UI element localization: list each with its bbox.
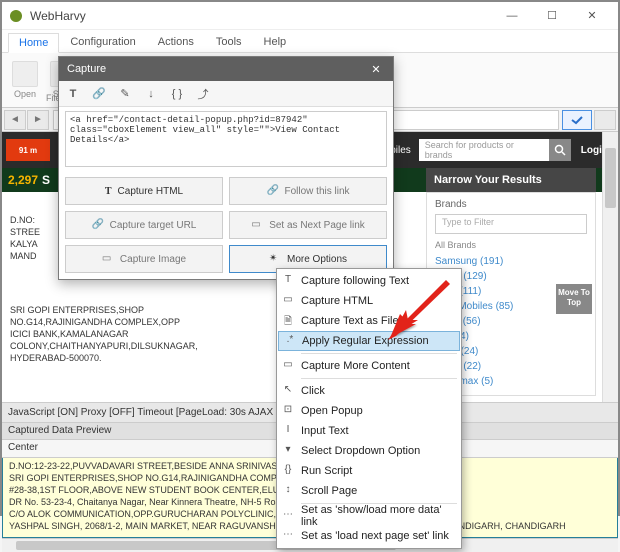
capture-dialog-titlebar[interactable]: Capture ✕: [59, 57, 393, 81]
menu-capture-text-file[interactable]: 🗎Capture Text as File: [277, 311, 461, 331]
site-search-input[interactable]: Search for products or brands: [419, 139, 549, 161]
menu-separator: [301, 378, 457, 379]
capture-url-button: 🔗Capture target URL: [65, 211, 223, 239]
click-icon: ↖: [281, 384, 295, 398]
move-to-top-button[interactable]: Move To Top: [556, 284, 592, 314]
edit-tool-icon[interactable]: ✎: [117, 86, 133, 102]
input-icon: I: [281, 424, 295, 438]
brand-link[interactable]: Samsung (191): [435, 254, 587, 269]
promote-icon[interactable]: ⤴: [195, 86, 211, 102]
next-set-icon: ⋯: [281, 529, 295, 543]
load-more-icon: ⋯: [281, 509, 295, 523]
tab-tools[interactable]: Tools: [205, 32, 253, 52]
menu-set-next-page-set[interactable]: ⋯Set as 'load next page set' link: [277, 526, 461, 546]
popup-icon: ⊡: [281, 404, 295, 418]
capture-toolbar: T 🔗 ✎ ↓ { } ⤴: [59, 81, 393, 107]
menu-set-load-more[interactable]: ⋯Set as 'show/load more data' link: [277, 506, 461, 526]
go-button[interactable]: [562, 110, 592, 130]
menu-apply-regex[interactable]: .*Apply Regular Expression: [278, 331, 460, 351]
capture-image-button: ▭Capture Image: [65, 245, 223, 273]
menu-run-script[interactable]: {}Run Script: [277, 461, 461, 481]
menu-scroll-page[interactable]: ↕Scroll Page: [277, 481, 461, 501]
text-tool-icon[interactable]: T: [65, 86, 81, 102]
text-icon: T: [281, 274, 295, 288]
menu-capture-more-content[interactable]: ▭Capture More Content: [277, 356, 461, 376]
tab-actions[interactable]: Actions: [147, 32, 205, 52]
capture-html-button[interactable]: TCapture HTML: [65, 177, 223, 205]
braces-icon[interactable]: { }: [169, 86, 185, 102]
tab-help[interactable]: Help: [253, 32, 298, 52]
capture-close-icon[interactable]: ✕: [367, 63, 385, 76]
address-snippet: D.NO: STREE KALYA MAND: [10, 214, 40, 262]
app-icon: [8, 8, 24, 24]
capture-dialog: Capture ✕ T 🔗 ✎ ↓ { } ⤴ <a href="/contac…: [58, 56, 394, 280]
window-titlebar: WebHarvy — ☐ ✕: [2, 2, 618, 30]
capture-html-view[interactable]: <a href="/contact-detail-popup.php?id=87…: [65, 111, 387, 167]
tab-home[interactable]: Home: [8, 33, 59, 53]
follow-link-button: 🔗Follow this link: [229, 177, 387, 205]
menu-click[interactable]: ↖Click: [277, 381, 461, 401]
menu-input-text[interactable]: IInput Text: [277, 421, 461, 441]
nav-back-button[interactable]: ◄: [4, 110, 26, 130]
link-tool-icon[interactable]: 🔗: [91, 86, 107, 102]
html-icon: ▭: [281, 294, 295, 308]
address-block: SRI GOPI ENTERPRISES,SHOP NO.G14,RAJINIG…: [10, 304, 198, 364]
file-icon: 🗎: [281, 314, 295, 328]
regex-icon: .*: [283, 334, 297, 348]
dropdown-icon: ▾: [281, 444, 295, 458]
site-logo[interactable]: 91 m: [6, 139, 50, 161]
cart-button[interactable]: [594, 110, 616, 130]
capture-dialog-title: Capture: [67, 63, 106, 75]
script-icon: {}: [281, 464, 295, 478]
menu-separator: [301, 353, 457, 354]
vertical-scrollbar[interactable]: [602, 132, 618, 402]
more-options-menu: TCapture following Text ▭Capture HTML 🗎C…: [276, 268, 462, 549]
arrow-down-icon[interactable]: ↓: [143, 86, 159, 102]
tab-configuration[interactable]: Configuration: [59, 32, 146, 52]
menu-capture-following-text[interactable]: TCapture following Text: [277, 271, 461, 291]
brand-filter-input[interactable]: Type to Filter: [435, 214, 587, 234]
close-button[interactable]: ✕: [572, 4, 612, 28]
maximize-button[interactable]: ☐: [532, 4, 572, 28]
all-brands-label: All Brands: [435, 240, 587, 250]
brands-heading: Brands: [435, 199, 587, 210]
scroll-icon: ↕: [281, 484, 295, 498]
search-icon[interactable]: [549, 139, 571, 161]
ribbon-tabs: Home Configuration Actions Tools Help: [2, 30, 618, 52]
minimize-button[interactable]: —: [492, 4, 532, 28]
more-icon: ▭: [281, 359, 295, 373]
nav-forward-button[interactable]: ►: [27, 110, 49, 130]
narrow-results-header: Narrow Your Results: [426, 168, 596, 192]
open-button[interactable]: Open: [6, 56, 44, 104]
next-page-button: ▭Set as Next Page link: [229, 211, 387, 239]
window-title: WebHarvy: [30, 9, 492, 23]
menu-capture-html[interactable]: ▭Capture HTML: [277, 291, 461, 311]
result-count: 2,297: [8, 173, 38, 187]
menu-open-popup[interactable]: ⊡Open Popup: [277, 401, 461, 421]
menu-select-dropdown[interactable]: ▾Select Dropdown Option: [277, 441, 461, 461]
